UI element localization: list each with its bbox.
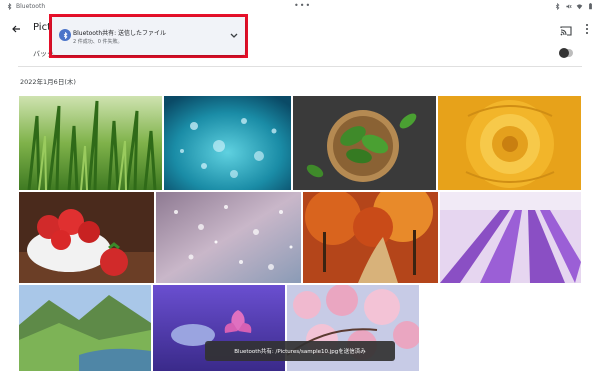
notification-title: Bluetooth共有: 送信したファイル	[73, 30, 167, 37]
bluetooth-notification[interactable]: Bluetooth共有: 送信したファイル 2 件成功、0 件失敗。	[52, 17, 245, 55]
divider	[18, 66, 582, 67]
more-options-button[interactable]	[582, 21, 592, 37]
wifi-icon	[576, 4, 583, 10]
toggle-knob	[559, 48, 569, 58]
more-vert-icon	[586, 24, 588, 34]
cast-button[interactable]	[560, 22, 574, 36]
status-dots: •••	[294, 1, 312, 10]
chevron-down-icon[interactable]	[229, 30, 239, 40]
bluetooth-notification-icon	[59, 29, 71, 41]
mute-icon	[566, 4, 572, 9]
photo-strawberries[interactable]	[19, 192, 154, 283]
photo-mountain-valley[interactable]	[19, 285, 151, 371]
photo-water-bubbles[interactable]	[164, 96, 291, 190]
back-button[interactable]	[8, 21, 24, 37]
photo-yellow-rose[interactable]	[438, 96, 581, 190]
battery-icon	[589, 3, 592, 10]
status-right	[554, 3, 594, 10]
status-left: Bluetooth	[6, 3, 45, 10]
photo-basil-bowl[interactable]	[293, 96, 436, 190]
date-heading: 2022年1月6日(木)	[20, 78, 76, 86]
cast-icon	[560, 26, 572, 36]
photo-autumn-road[interactable]	[303, 192, 438, 283]
backup-toggle[interactable]	[559, 48, 573, 58]
photo-grass[interactable]	[19, 96, 162, 190]
status-bar: Bluetooth •••	[0, 0, 600, 14]
notification-subtitle: 2 件成功、0 件失敗。	[73, 39, 123, 45]
photo-lavender-field[interactable]	[440, 192, 581, 283]
photo-bokeh-snow[interactable]	[156, 192, 301, 283]
send-complete-toast: Bluetooth共有: /Pictures/sample10.jpgを送信済み	[205, 341, 395, 361]
bluetooth-small-icon	[7, 3, 12, 10]
bluetooth-icon	[555, 3, 560, 10]
status-app-label: Bluetooth	[16, 3, 46, 10]
back-arrow-icon	[12, 25, 20, 33]
